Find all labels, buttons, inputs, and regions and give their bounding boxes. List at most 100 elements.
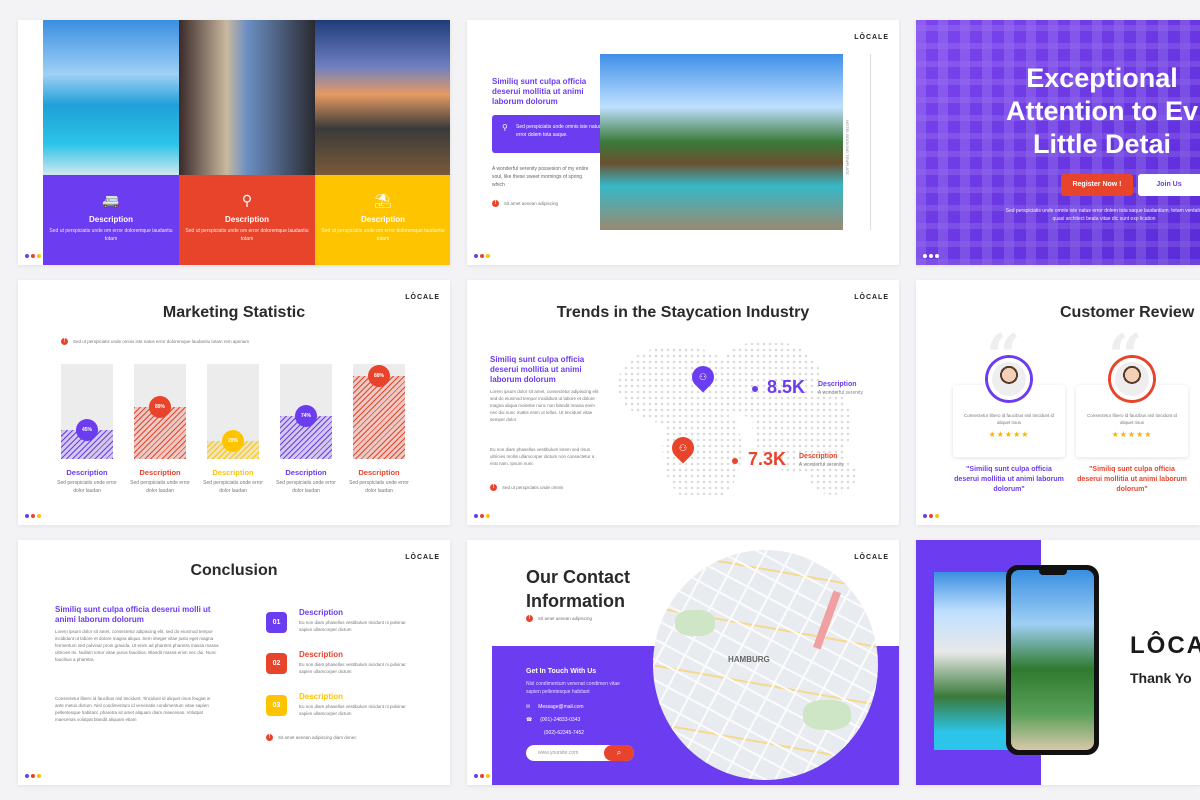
world-map (617, 335, 857, 495)
step-title: Description (299, 692, 344, 701)
car-icon: 🚐 (102, 192, 120, 208)
slide-thumbnail-9[interactable]: LÔCA Thank Yo (916, 540, 1200, 785)
step-item: Description Eu non diam phasellus vestib… (299, 692, 417, 717)
bar-caption: Description Sed perspiciatis unde error d… (271, 468, 341, 495)
mail-icon: ✉ (526, 704, 531, 710)
map-pin: ⚇ (687, 361, 719, 393)
brand-logo: LÔCALE (405, 294, 440, 301)
panel-title: Get In Touch With Us (526, 668, 597, 675)
alert-icon: ! (266, 734, 273, 742)
section-heading: Similiq sunt culpa officia deserui molli… (55, 605, 211, 624)
body-text: Eu non diam phasellus vestibulum lorem s… (490, 447, 595, 466)
brand-dots (923, 254, 939, 258)
brand-logo: LÔCALE (405, 554, 440, 561)
slide-thumbnail-8[interactable]: LÔCALE Our Contact Information !Sit amet… (467, 540, 899, 785)
slide-thumbnail-3[interactable]: Exceptional Attention to Ev Little Detai… (916, 20, 1200, 265)
stat-value: 7.3K (748, 449, 787, 469)
alert-icon: ! (61, 338, 68, 346)
bar-caption: Description Sed perspiciatis unde error d… (344, 468, 414, 495)
register-button[interactable]: Register Now ! (1061, 174, 1133, 196)
slide-thumbnail-4[interactable]: LÔCALE Marketing Statistic ! Sed ut persp… (18, 280, 450, 525)
city-map[interactable]: HAMBURG (653, 550, 878, 780)
category-card: 🚐 Description Sed ut perspiciatis unde o… (43, 175, 179, 265)
slide-thumbnail-7[interactable]: LÔCALE Conclusion Similiq sunt culpa off… (18, 540, 450, 785)
avatar (1111, 358, 1153, 400)
island-icon: ⛱ (374, 192, 392, 208)
phone-icon: ☎ (526, 717, 533, 723)
brand-dots (474, 254, 490, 258)
alert-icon: ! (490, 484, 497, 492)
map-city-label: HAMBURG (728, 655, 770, 664)
slide-title: Marketing Statistic (162, 304, 306, 321)
category-text: Sed ut perspiciatis unde om error dolore… (185, 228, 309, 242)
category-card: ⛱ Description Sed ut perspiciatis unde o… (315, 175, 450, 265)
stat-sub: A wonderful serenity (818, 390, 864, 396)
bar-caption-text: Sed perspiciatis unde error dolor laudan (57, 480, 117, 494)
slide-title: Conclusion (190, 562, 278, 579)
join-button[interactable]: Join Us (1138, 174, 1200, 196)
bar-category-label: Description (285, 468, 327, 477)
bar: 45% (61, 364, 113, 459)
bar-caption: Description Sed perspiciatis unde error d… (198, 468, 268, 495)
review-quote: "Similiq sunt culpa officia deserui moll… (1077, 466, 1187, 493)
bar-caption: Description Sed perspiciatis unde error d… (125, 468, 195, 495)
contact-phone: (002)-62345-7452 (544, 730, 585, 736)
body-text: Lorem ipsum dolor sit amet, consectetur … (490, 389, 599, 422)
people-icon: ⚇ (698, 372, 708, 382)
brand-dots (25, 774, 41, 778)
search-icon[interactable]: ⌕ (604, 745, 634, 761)
step-item: Description Eu non diam phasellus vestib… (299, 650, 417, 675)
photo-pool (43, 20, 179, 175)
bar-value-label: 74% (295, 405, 317, 427)
bar-caption-text: Sed perspiciatis unde error dolor laudan (276, 480, 336, 494)
slide-title: Customer Review (1060, 304, 1195, 321)
location-pin-icon: ⚲ (502, 123, 508, 132)
avatar (988, 358, 1030, 400)
body-text: Lorem ipsum dolor sit amet, consectetur … (55, 629, 219, 662)
stat-label: Description (799, 453, 838, 460)
bar: 89% (134, 364, 186, 459)
bar-caption-text: Sed perspiciatis unde error dolor laudan (130, 480, 190, 494)
category-text: Sed ut perspiciatis unde om error dolore… (321, 228, 445, 242)
phone-mockup (1006, 565, 1099, 755)
info-box-text: Sed perspiciatis unde omnis iste natus e… (516, 124, 602, 138)
people-icon: ⚇ (678, 443, 688, 453)
step-number: 01 (266, 612, 287, 633)
brand-dots (25, 254, 41, 258)
brand-dots (25, 514, 41, 518)
star-rating: ★★★★★ (1111, 430, 1153, 439)
step-number: 02 (266, 653, 287, 674)
brand-dots (923, 514, 939, 518)
category-title: Description (88, 215, 133, 224)
contact-phone: ☎ (001)-24833-0343 (526, 717, 581, 723)
vertical-caption: HOTEL BOOKING TEMPLATE (845, 120, 850, 175)
bar-caption-text: Sed perspiciatis unde error dolor laudan (203, 480, 263, 494)
slide-thumbnail-6[interactable]: Customer Review “ “ Consectetur libero i… (916, 280, 1200, 525)
bar-value-label: 89% (149, 396, 171, 418)
note: ! Sed ut perspiciatis unde omnis (490, 484, 563, 492)
brand-logo-large: LÔCA (1130, 632, 1200, 659)
body-text: A wonderful serenity possesion of my ent… (492, 166, 589, 188)
step-title: Description (299, 650, 344, 659)
hero-headline: Exceptional Attention to Ev Little Detai (1006, 63, 1198, 159)
bar-value-label: 45% (76, 419, 98, 441)
review-quote: "Similiq sunt culpa officia deserui moll… (954, 466, 1064, 493)
note: ! Sit amet aenean adipiscing diam donec (266, 734, 357, 742)
bar: 74% (280, 364, 332, 459)
alert-icon: ! (526, 615, 533, 623)
slide-title: Our Contact Information (526, 567, 631, 611)
category-card: ⚲ Description Sed ut perspiciatis unde o… (179, 175, 315, 265)
stat-sub: A wonderful serenity (799, 462, 845, 468)
bar: 20% (207, 364, 259, 459)
photo-terrace (315, 20, 450, 175)
brand-logo: LÔCALE (854, 34, 889, 41)
bar-caption-text: Sed perspiciatis unde error dolor laudan (349, 480, 409, 494)
slide-thumbnail-1[interactable]: 🚐 Description Sed ut perspiciatis unde o… (18, 20, 450, 265)
bar-category-label: Description (66, 468, 108, 477)
divider (870, 54, 871, 230)
step-text: Eu non diam phasellus vestibulum nicidun… (299, 620, 406, 632)
website-input[interactable]: www.yoursite.com ⌕ (526, 745, 634, 761)
slide-thumbnail-5[interactable]: LÔCALE Trends in the Staycation Industry… (467, 280, 899, 525)
slide-thumbnail-2[interactable]: LÔCALE Similiq sunt culpa officia deseru… (467, 20, 899, 265)
category-title: Description (224, 215, 269, 224)
